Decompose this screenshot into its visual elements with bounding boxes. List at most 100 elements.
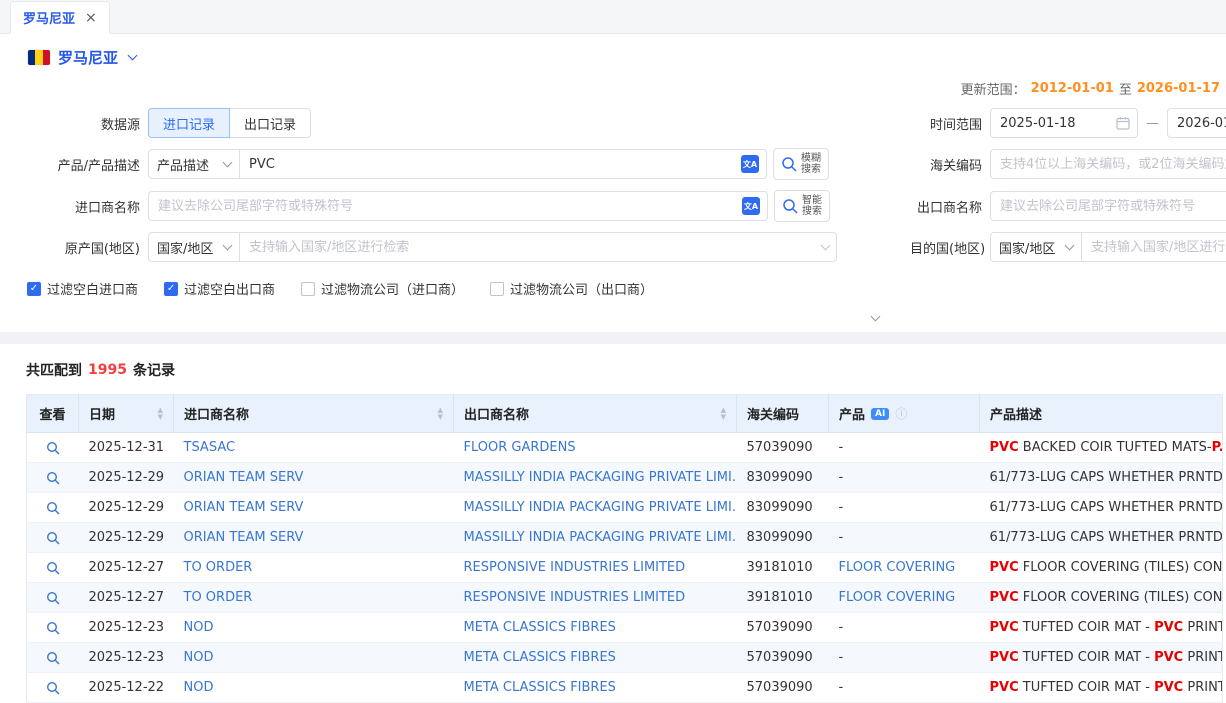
- date-cell: 2025-12-23: [79, 613, 174, 643]
- date-start-input[interactable]: [1000, 116, 1110, 131]
- update-range-to: 2026-01-17: [1137, 81, 1220, 96]
- exporter-link[interactable]: META CLASSICS FIBRES: [464, 650, 616, 665]
- view-detail-icon[interactable]: [46, 651, 60, 665]
- product-cell: -: [829, 643, 980, 673]
- filter-checkbox-1[interactable]: ✓过滤空白出口商: [164, 279, 275, 298]
- date-start-field[interactable]: [990, 108, 1138, 138]
- exporter-search-input[interactable]: [1000, 199, 1226, 214]
- importer-link[interactable]: NOD: [184, 680, 214, 695]
- checkbox-checked-icon[interactable]: ✓: [164, 282, 178, 296]
- importer-search-input[interactable]: [158, 199, 736, 214]
- sort-icon[interactable]: ▲▼: [721, 407, 726, 421]
- origin-country-input[interactable]: [249, 240, 816, 255]
- translate-icon[interactable]: 文A: [742, 197, 760, 215]
- checkbox-unchecked-icon[interactable]: [490, 282, 504, 296]
- date-cell: 2025-12-27: [79, 583, 174, 613]
- product-cell: -: [829, 433, 980, 463]
- importer-link[interactable]: TSASAC: [184, 440, 236, 455]
- date-end-input[interactable]: [1177, 116, 1226, 131]
- exporter-link[interactable]: MASSILLY INDIA PACKAGING PRIVATE LIMI...: [464, 500, 737, 515]
- importer-link[interactable]: TO ORDER: [184, 590, 253, 605]
- exporter-link[interactable]: RESPONSIVE INDUSTRIES LIMITED: [464, 590, 686, 605]
- chevron-down-icon[interactable]: [128, 51, 138, 61]
- view-detail-icon[interactable]: [46, 531, 60, 545]
- view-detail-icon[interactable]: [46, 501, 60, 515]
- exporter-link[interactable]: RESPONSIVE INDUSTRIES LIMITED: [464, 560, 686, 575]
- column-header-4: 海关编码: [737, 395, 829, 433]
- product-description-cell: PVC TUFTED COIR MAT - PVC PRINT...: [980, 673, 1223, 703]
- origin-type-select[interactable]: 国家/地区: [148, 232, 240, 262]
- column-label: 日期: [89, 404, 115, 423]
- product-description-cell: 61/773-LUG CAPS WHETHER PRNTD...: [980, 463, 1223, 493]
- filter-checkbox-3[interactable]: 过滤物流公司（出口商）: [490, 279, 653, 298]
- filter-checkbox-2[interactable]: 过滤物流公司（进口商）: [301, 279, 464, 298]
- importer-link[interactable]: TO ORDER: [184, 560, 253, 575]
- product-search-field[interactable]: 文A: [239, 149, 767, 179]
- view-detail-icon[interactable]: [46, 441, 60, 455]
- results-count: 1995: [88, 362, 127, 378]
- checkbox-checked-icon[interactable]: ✓: [27, 282, 41, 296]
- exporter-link[interactable]: MASSILLY INDIA PACKAGING PRIVATE LIMI...: [464, 470, 737, 485]
- importer-link[interactable]: NOD: [184, 650, 214, 665]
- fuzzy-search-button[interactable]: 模糊 搜索: [773, 148, 829, 180]
- table-row: 2025-12-27TO ORDERRESPONSIVE INDUSTRIES …: [27, 553, 1223, 583]
- view-detail-icon[interactable]: [46, 561, 60, 575]
- importer-link[interactable]: ORIAN TEAM SERV: [184, 500, 304, 515]
- exporter-link[interactable]: META CLASSICS FIBRES: [464, 680, 616, 695]
- importer-link[interactable]: ORIAN TEAM SERV: [184, 470, 304, 485]
- filter-panel: 更新范围： 2012-01-01 至 2026-01-17 数据源 进口记录 出…: [0, 79, 1226, 332]
- product-cell: -: [829, 463, 980, 493]
- checkbox-unchecked-icon[interactable]: [301, 282, 315, 296]
- chevron-down-icon: [821, 241, 831, 251]
- view-detail-icon[interactable]: [46, 621, 60, 635]
- date-end-field[interactable]: [1167, 108, 1226, 138]
- hs-code-input[interactable]: [1000, 157, 1226, 172]
- importer-link[interactable]: ORIAN TEAM SERV: [184, 530, 304, 545]
- exporter-link[interactable]: META CLASSICS FIBRES: [464, 620, 616, 635]
- destination-country-field[interactable]: [1081, 232, 1226, 262]
- tab-bar: 罗马尼亚 ×: [0, 0, 1226, 34]
- exporter-search-field[interactable]: [990, 191, 1226, 221]
- update-range: 更新范围： 2012-01-01 至 2026-01-17: [0, 79, 1226, 98]
- product-link[interactable]: FLOOR COVERING: [839, 590, 956, 605]
- exporter-link[interactable]: MASSILLY INDIA PACKAGING PRIVATE LIMI...: [464, 530, 737, 545]
- chevron-down-icon: [1065, 241, 1075, 251]
- destination-type-select[interactable]: 国家/地区: [990, 232, 1082, 262]
- column-label: 查看: [39, 404, 65, 423]
- collapse-panel-button[interactable]: [872, 309, 879, 324]
- export-records-button[interactable]: 出口记录: [230, 108, 311, 138]
- date-cell: 2025-12-29: [79, 463, 174, 493]
- sort-icon[interactable]: ▲▼: [158, 407, 163, 421]
- exporter-link[interactable]: FLOOR GARDENS: [464, 440, 576, 455]
- tab-close-icon[interactable]: ×: [85, 10, 97, 26]
- smart-search-button[interactable]: 智能 搜索: [774, 190, 830, 222]
- origin-country-field[interactable]: [239, 232, 837, 262]
- results-table: 查看日期▲▼进口商名称▲▼出口商名称▲▼海关编码产品AIⓘ产品描述2025-12…: [26, 394, 1223, 703]
- tab-romania[interactable]: 罗马尼亚 ×: [10, 1, 110, 34]
- destination-country-input[interactable]: [1091, 240, 1226, 255]
- column-header-2[interactable]: 进口商名称▲▼: [174, 395, 454, 433]
- hs-code-cell: 57039090: [737, 613, 829, 643]
- product-link[interactable]: FLOOR COVERING: [839, 560, 956, 575]
- product-type-select[interactable]: 产品描述: [148, 149, 240, 179]
- time-range-label: 时间范围: [910, 114, 982, 133]
- importer-search-field[interactable]: 文A: [148, 191, 768, 221]
- hs-code-cell: 57039090: [737, 643, 829, 673]
- product-description-cell: PVC TUFTED COIR MAT - PVC PRINT...: [980, 613, 1223, 643]
- view-detail-icon[interactable]: [46, 471, 60, 485]
- romania-flag-icon: [28, 50, 50, 65]
- update-range-from: 2012-01-01: [1031, 81, 1114, 96]
- product-search-input[interactable]: [249, 157, 735, 172]
- translate-icon[interactable]: 文A: [741, 155, 759, 173]
- hs-code-field[interactable]: [990, 149, 1226, 179]
- import-records-button[interactable]: 进口记录: [148, 108, 230, 138]
- info-icon[interactable]: ⓘ: [895, 405, 907, 422]
- sort-icon[interactable]: ▲▼: [438, 407, 443, 421]
- column-header-1[interactable]: 日期 ▲▼: [79, 395, 174, 433]
- filter-checkbox-0[interactable]: ✓过滤空白进口商: [27, 279, 138, 298]
- view-detail-icon[interactable]: [46, 591, 60, 605]
- column-header-3[interactable]: 出口商名称▲▼: [454, 395, 737, 433]
- importer-link[interactable]: NOD: [184, 620, 214, 635]
- results-panel: 共匹配到 1995 条记录 查看日期▲▼进口商名称▲▼出口商名称▲▼海关编码产品…: [0, 344, 1226, 703]
- date-cell: 2025-12-31: [79, 433, 174, 463]
